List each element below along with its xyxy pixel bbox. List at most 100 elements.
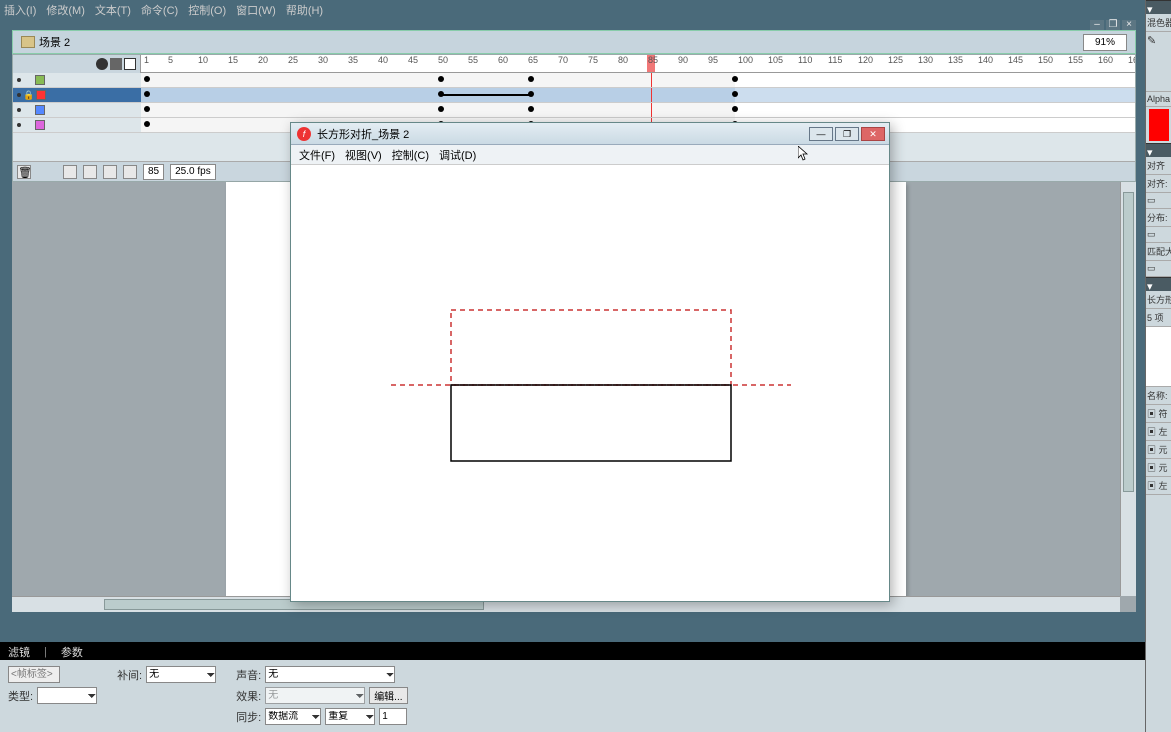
sync-label: 同步: [236, 709, 261, 725]
edit-effect-button[interactable]: 编辑... [369, 687, 407, 704]
layer-row[interactable] [13, 73, 141, 88]
library-item[interactable]: ▣ 左 [1146, 423, 1171, 441]
library-name-label: 名称: [1146, 387, 1171, 405]
outline-toggle-icon[interactable] [124, 58, 136, 70]
ruler-tick: 160 [1098, 55, 1113, 65]
fill-swatch[interactable] [1149, 109, 1169, 141]
ruler-tick: 25 [288, 55, 298, 65]
ruler-tick: 150 [1038, 55, 1053, 65]
layer-frames[interactable] [141, 103, 1135, 118]
scene-name: 场景 2 [39, 34, 70, 50]
ruler-tick: 110 [798, 55, 812, 65]
loop-select[interactable]: 重复 [325, 708, 375, 725]
timeline-ruler[interactable]: 1510152025303540455055606570758085909510… [141, 55, 1135, 73]
layer-row[interactable]: 🔒 [13, 88, 141, 103]
preview-maximize-button[interactable]: ❐ [835, 127, 859, 141]
zoom-input[interactable] [1083, 34, 1127, 51]
tween-select[interactable]: 无 [146, 666, 216, 683]
keyframe[interactable] [528, 106, 534, 112]
color-mixer-title: 混色器 [1146, 14, 1171, 32]
ruler-tick: 165 [1128, 55, 1135, 65]
trash-icon[interactable]: 🗑 [17, 165, 31, 179]
keyframe[interactable] [438, 76, 444, 82]
keyframe[interactable] [144, 76, 150, 82]
library-item[interactable]: ▣ 符 [1146, 405, 1171, 423]
tab-filters[interactable]: 滤镜 [2, 644, 36, 660]
keyframe[interactable] [732, 106, 738, 112]
layer-row[interactable] [13, 103, 141, 118]
align-panel-header[interactable]: ▾ [1146, 143, 1171, 157]
preview-menu-control[interactable]: 控制(C) [392, 147, 429, 163]
properties-panel: 滤镜 | 参数 类型: 补间: 无 声音: 无 效果: 无 编辑... 同步: … [0, 642, 1171, 732]
sync-select[interactable]: 数据流 [265, 708, 321, 725]
onion-skin-outline-icon[interactable] [83, 165, 97, 179]
ruler-tick: 130 [918, 55, 933, 65]
menu-control[interactable]: 控制(O) [188, 2, 226, 18]
ruler-tick: 60 [498, 55, 508, 65]
ruler-tick: 65 [528, 55, 538, 65]
align-title: 对齐 [1146, 157, 1171, 175]
layer-frames[interactable] [141, 88, 1135, 103]
sound-select[interactable]: 无 [265, 666, 395, 683]
onion-skin-icon[interactable] [63, 165, 77, 179]
ruler-tick: 95 [708, 55, 718, 65]
preview-titlebar[interactable]: f 长方形对折_场景 2 — ❐ ✕ [291, 123, 889, 145]
keyframe[interactable] [732, 76, 738, 82]
tab-params[interactable]: 参数 [55, 644, 89, 660]
library-item[interactable]: ▣ 元 [1146, 459, 1171, 477]
menu-text[interactable]: 文本(T) [95, 2, 131, 18]
preview-close-button[interactable]: ✕ [861, 127, 885, 141]
layer-column-header [13, 55, 141, 73]
frame-label-input[interactable] [8, 666, 60, 683]
menu-help[interactable]: 帮助(H) [286, 2, 323, 18]
keyframe[interactable] [144, 121, 150, 127]
preview-window: f 长方形对折_场景 2 — ❐ ✕ 文件(F) 视图(V) 控制(C) 调试(… [290, 122, 890, 602]
stage-v-scrollbar[interactable] [1120, 182, 1136, 596]
scene-tab[interactable]: 场景 2 [13, 31, 78, 53]
edit-multiple-icon[interactable] [103, 165, 117, 179]
keyframe[interactable] [144, 106, 150, 112]
current-frame: 85 [143, 164, 164, 180]
frame-rate: 25.0 fps [170, 164, 216, 180]
menu-window[interactable]: 窗口(W) [236, 2, 276, 18]
ruler-tick: 115 [828, 55, 842, 65]
library-item[interactable]: ▣ 左 [1146, 477, 1171, 495]
library-item[interactable]: ▣ 元 [1146, 441, 1171, 459]
ruler-tick: 55 [468, 55, 478, 65]
v-scroll-thumb[interactable] [1123, 192, 1134, 492]
preview-menubar: 文件(F) 视图(V) 控制(C) 调试(D) [291, 145, 889, 165]
preview-minimize-button[interactable]: — [809, 127, 833, 141]
menu-modify[interactable]: 修改(M) [46, 2, 85, 18]
label-type-select[interactable] [37, 687, 97, 704]
scene-bar: 场景 2 [12, 30, 1136, 54]
preview-menu-file[interactable]: 文件(F) [299, 147, 335, 163]
color-mixer-header[interactable]: ▾ [1146, 0, 1171, 14]
library-panel-header[interactable]: ▾ [1146, 277, 1171, 291]
keyframe[interactable] [732, 91, 738, 97]
layer-frames[interactable] [141, 73, 1135, 88]
center-frame-icon[interactable] [123, 165, 137, 179]
ruler-tick: 100 [738, 55, 753, 65]
preview-stage [291, 165, 889, 601]
lock-toggle-icon[interactable] [110, 58, 122, 70]
layer-color-swatch [35, 120, 45, 130]
keyframe[interactable] [438, 106, 444, 112]
eye-toggle-icon[interactable] [96, 58, 108, 70]
ruler-tick: 105 [768, 55, 783, 65]
ruler-tick: 75 [588, 55, 598, 65]
pencil-icon[interactable]: ✎ [1147, 35, 1156, 47]
preview-menu-view[interactable]: 视图(V) [345, 147, 382, 163]
main-menubar: 插入(I) 修改(M) 文本(T) 命令(C) 控制(O) 窗口(W) 帮助(H… [0, 0, 1171, 19]
preview-menu-debug[interactable]: 调试(D) [439, 147, 476, 163]
ruler-tick: 135 [948, 55, 963, 65]
layer-row[interactable] [13, 118, 141, 133]
distribute-label: 分布: [1146, 209, 1171, 227]
keyframe[interactable] [528, 76, 534, 82]
menu-commands[interactable]: 命令(C) [141, 2, 178, 18]
menu-insert[interactable]: 插入(I) [4, 2, 36, 18]
loop-count-input[interactable] [379, 708, 407, 725]
keyframe[interactable] [144, 91, 150, 97]
ruler-tick: 155 [1068, 55, 1083, 65]
ruler-tick: 35 [348, 55, 358, 65]
ruler-tick: 50 [438, 55, 448, 65]
